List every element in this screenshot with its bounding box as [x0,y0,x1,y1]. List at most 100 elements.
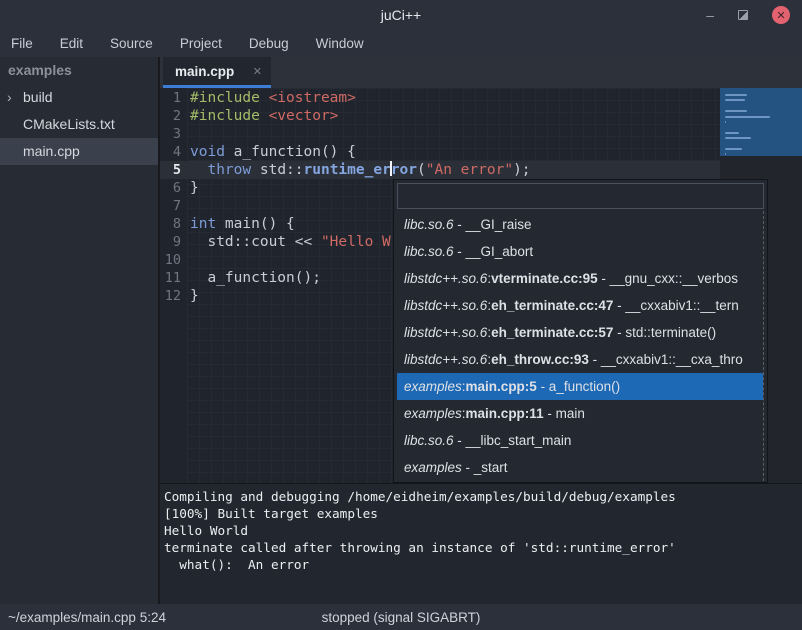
menu-item-file[interactable]: File [11,36,33,51]
line-number: 3 [160,125,187,143]
status-bar: ~/examples/main.cpp 5:24 stopped (signal… [0,604,802,630]
line-number: 2 [160,107,187,125]
token-ty: runtime_er [304,162,391,178]
line-number: 8 [160,215,187,233]
token-pp: #include [190,90,260,106]
stack-frame-3[interactable]: libstdc++.so.6:eh_terminate.cc:47 - __cx… [397,292,763,319]
stack-trace-list: libc.so.6 - __GI_raiselibc.so.6 - __GI_a… [397,211,764,481]
token-pl: main() { [216,216,295,232]
frame-module: libstdc++.so.6 [404,271,487,286]
frame-file-line: eh_throw.cc:93 [491,352,589,367]
frame-file-line: eh_terminate.cc:57 [491,325,613,340]
token-pl: } [190,288,199,304]
frame-module: libstdc++.so.6 [404,352,487,367]
code-editor[interactable]: 1#include <iostream>2#include <vector>34… [160,88,802,483]
main-content: examples › build CMakeLists.txt main.cpp ma… [0,57,802,604]
tab-bar: main.cpp ✕ [160,57,802,88]
title-bar[interactable]: juCi++ – ✕ [0,0,802,30]
tree-item-build[interactable]: › build [0,84,158,111]
line-number: 11 [160,269,187,287]
stack-frame-1[interactable]: libc.so.6 - __GI_abort [397,238,763,265]
terminal-line: what(): An error [164,556,802,573]
line-number: 4 [160,143,187,161]
frame-module: libc.so.6 [404,244,454,259]
token-str: "An error" [426,162,513,178]
minimap-line [725,153,726,155]
token-pl [190,162,207,178]
frame-module: examples [404,460,462,475]
token-pl: ); [513,162,530,178]
stack-frame-4[interactable]: libstdc++.so.6:eh_terminate.cc:57 - std:… [397,319,763,346]
code-line-1[interactable]: 1#include <iostream> [160,89,802,107]
frame-module: examples [404,406,462,421]
line-number: 5 [160,161,187,179]
code-line-3[interactable]: 3 [160,125,802,143]
tree-item-label: build [23,89,53,105]
menu-item-source[interactable]: Source [110,36,153,51]
line-text: #include <vector> [190,107,338,125]
project-name: examples [0,57,158,84]
token-str: <iostream> [269,90,356,106]
frame-file-line: eh_terminate.cc:47 [491,298,613,313]
terminal-line: Hello World [164,522,802,539]
close-icon[interactable]: ✕ [772,6,790,24]
menu-item-debug[interactable]: Debug [249,36,289,51]
terminal-line: terminate called after throwing an insta… [164,539,802,556]
minimap-line [725,121,726,123]
stack-frame-9[interactable]: examples - _start [397,454,763,481]
line-text: std::cout << "Hello W [190,233,391,251]
tree-item-main-cpp[interactable]: main.cpp [0,138,158,165]
window-title: juCi++ [0,0,802,30]
stack-frame-5[interactable]: libstdc++.so.6:eh_throw.cc:93 - __cxxabi… [397,346,763,373]
token-kw: throw [207,162,251,178]
minimap-line [725,137,751,139]
stack-frame-0[interactable]: libc.so.6 - __GI_raise [397,211,763,238]
popup-filter-input[interactable] [397,183,764,209]
tab-close-icon[interactable]: ✕ [253,65,262,78]
maximize-icon[interactable] [738,10,748,20]
terminal-line: Compiling and debugging /home/eidheim/ex… [164,488,802,505]
terminal-output[interactable]: Compiling and debugging /home/eidheim/ex… [160,483,802,604]
menu-item-project[interactable]: Project [180,36,222,51]
token-str: "Hello W [321,234,391,250]
token-pl: } [190,180,199,196]
code-line-4[interactable]: 4void a_function() { [160,143,802,161]
minimap-line [725,105,797,107]
menu-item-window[interactable]: Window [316,36,364,51]
menu-item-edit[interactable]: Edit [60,36,83,51]
token-kw: int [190,216,216,232]
minimize-icon[interactable]: – [706,0,714,30]
token-pl: a_function(); [190,270,321,286]
minimap-line [725,126,797,128]
line-number: 6 [160,179,187,197]
stack-frame-8[interactable]: libc.so.6 - __libc_start_main [397,427,763,454]
token-pl: a_function() { [225,144,356,160]
frame-module: libstdc++.so.6 [404,325,487,340]
stack-frame-6[interactable]: examples:main.cpp:5 - a_function() [397,373,763,400]
minimap-viewport [720,88,802,156]
token-pl [260,108,269,124]
tab-main-cpp[interactable]: main.cpp ✕ [163,57,271,88]
tree-item-label: CMakeLists.txt [23,116,115,132]
frame-file-line: main.cpp:11 [466,406,544,421]
code-line-5[interactable]: 5 throw std::runtime_error("An error"); [160,161,802,179]
tree-item-cmakelists-txt[interactable]: CMakeLists.txt [0,111,158,138]
stack-frame-2[interactable]: libstdc++.so.6:vterminate.cc:95 - __gnu_… [397,265,763,292]
minimap-line [725,132,739,134]
editor-column: main.cpp ✕ 1#include <iostream>2#include… [160,57,802,604]
line-text: #include <iostream> [190,89,356,107]
line-number: 1 [160,89,187,107]
file-tree-sidebar: examples › build CMakeLists.txt main.cpp [0,57,160,604]
chevron-right-icon[interactable]: › [7,84,12,111]
frame-module: libc.so.6 [404,433,454,448]
stack-frame-7[interactable]: examples:main.cpp:11 - main [397,400,763,427]
line-text: throw std::runtime_error("An error"); [190,161,531,179]
token-str: <vector> [269,108,339,124]
frame-module: examples [404,379,462,394]
tab-label: main.cpp [175,64,234,79]
terminal-line: [100%] Built target examples [164,505,802,522]
minimap-line [725,110,747,112]
menu-bar: File Edit Source Project Debug Window [0,30,802,57]
code-line-2[interactable]: 2#include <vector> [160,107,802,125]
token-pl: std::cout << [190,234,321,250]
